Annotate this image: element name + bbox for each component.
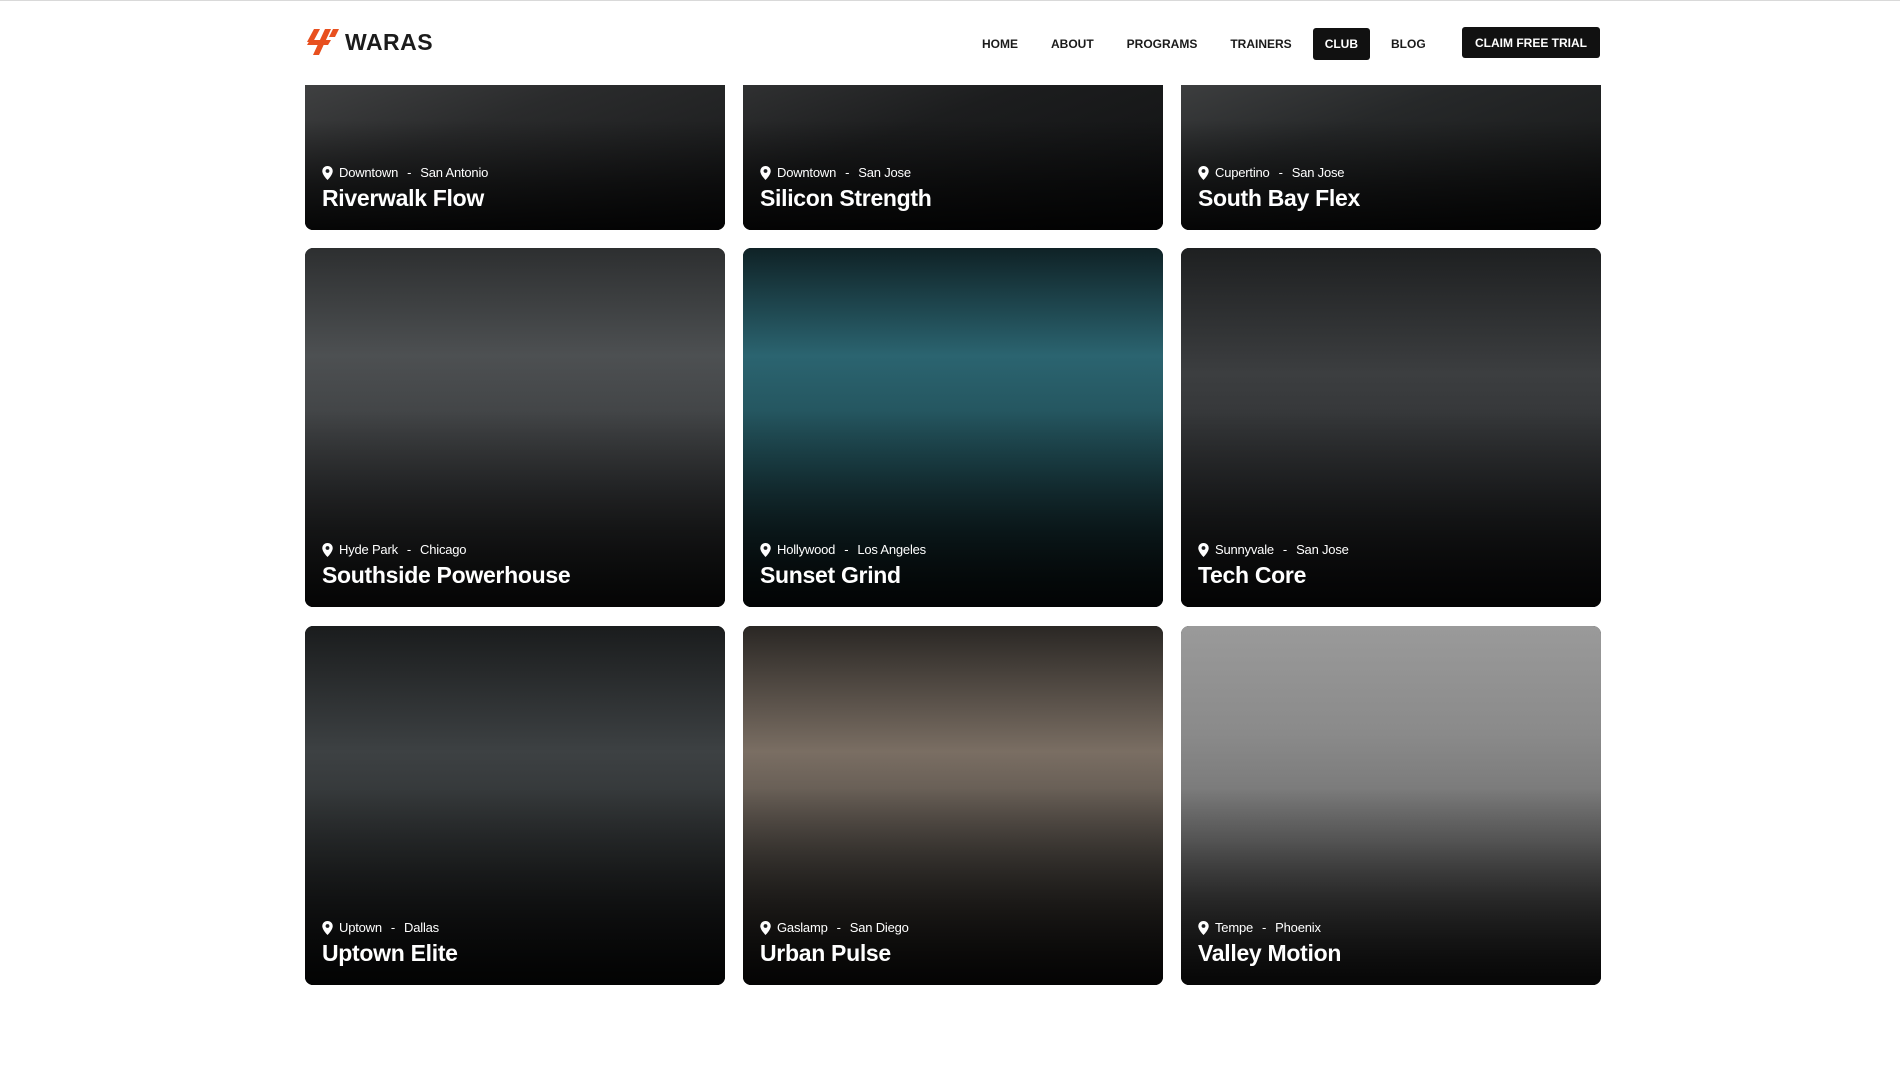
club-area: Hyde Park (339, 542, 398, 557)
club-area: Hollywood (777, 542, 836, 557)
club-location: Gaslamp - San Diego (760, 920, 909, 935)
club-name: Urban Pulse (760, 940, 891, 966)
map-pin-icon (1198, 542, 1209, 557)
main-nav: HOME ABOUT PROGRAMS TRAINERS CLUB BLOG (970, 28, 1447, 60)
club-city: San Antonio (420, 165, 489, 180)
brand-logo[interactable]: WARAS (305, 27, 433, 57)
club-location: Tempe - Phoenix (1198, 920, 1321, 935)
club-card[interactable]: Uptown - Dallas Uptown Elite (305, 626, 725, 985)
club-area: Gaslamp (777, 920, 828, 935)
club-city: Chicago (420, 542, 467, 557)
map-pin-icon (322, 920, 333, 935)
club-city: San Diego (849, 920, 909, 935)
club-location: Hollywood - Los Angeles (760, 542, 926, 557)
map-pin-icon (1198, 165, 1209, 180)
club-city: San Jose (858, 165, 911, 180)
club-area: Downtown (777, 165, 837, 180)
club-area: Sunnyvale (1215, 542, 1274, 557)
club-card[interactable]: Sunnyvale - San Jose Tech Core (1181, 248, 1601, 607)
club-name: South Bay Flex (1198, 185, 1360, 211)
club-grid: Downtown - San Antonio Riverwalk Flow Down… (305, 0, 1602, 1079)
brand-name: WARAS (345, 28, 434, 55)
club-area: Downtown (339, 165, 399, 180)
nav-trainers[interactable]: TRAINERS (1218, 28, 1303, 60)
site-header: WARAS HOME ABOUT PROGRAMS TRAINERS CLUB … (0, 1, 1900, 85)
club-name: Silicon Strength (760, 185, 932, 211)
club-city: San Jose (1296, 542, 1349, 557)
club-area: Tempe (1215, 920, 1254, 935)
club-card[interactable]: Gaslamp - San Diego Urban Pulse (743, 626, 1163, 985)
map-pin-icon (322, 542, 333, 557)
club-city: Dallas (404, 920, 439, 935)
club-card[interactable]: Tempe - Phoenix Valley Motion (1181, 626, 1601, 985)
club-name: Southside Powerhouse (322, 562, 571, 588)
club-name: Valley Motion (1198, 940, 1342, 966)
nav-programs[interactable]: PROGRAMS (1115, 28, 1210, 60)
club-location: Hyde Park - Chicago (322, 542, 467, 557)
club-name: Uptown Elite (322, 940, 458, 966)
nav-club[interactable]: CLUB (1312, 28, 1371, 60)
club-area: Uptown (339, 920, 382, 935)
club-location: Cupertino - San Jose (1198, 165, 1345, 180)
club-city: Phoenix (1275, 920, 1321, 935)
claim-free-trial-button[interactable]: CLAIM FREE TRIAL (1462, 27, 1600, 58)
club-name: Tech Core (1198, 562, 1307, 588)
club-city: San Jose (1291, 165, 1345, 180)
map-pin-icon (760, 542, 771, 557)
club-location: Sunnyvale - San Jose (1198, 542, 1349, 557)
club-card[interactable]: Hyde Park - Chicago Southside Powerhouse (305, 248, 725, 607)
nav-blog[interactable]: BLOG (1379, 28, 1438, 60)
map-pin-icon (1198, 920, 1209, 935)
map-pin-icon (322, 165, 333, 180)
nav-about[interactable]: ABOUT (1039, 28, 1106, 60)
club-area: Cupertino (1215, 165, 1270, 180)
club-name: Sunset Grind (760, 562, 901, 588)
club-location: Uptown - Dallas (322, 920, 439, 935)
nav-home[interactable]: HOME (970, 28, 1030, 60)
club-location: Downtown - San Antonio (322, 165, 488, 180)
club-card[interactable]: Hollywood - Los Angeles Sunset Grind (743, 248, 1163, 607)
club-city: Los Angeles (857, 542, 926, 557)
club-name: Riverwalk Flow (322, 185, 484, 211)
map-pin-icon (760, 165, 771, 180)
map-pin-icon (760, 920, 771, 935)
club-location: Downtown - San Jose (760, 165, 911, 180)
logo-mark-icon (307, 29, 339, 55)
